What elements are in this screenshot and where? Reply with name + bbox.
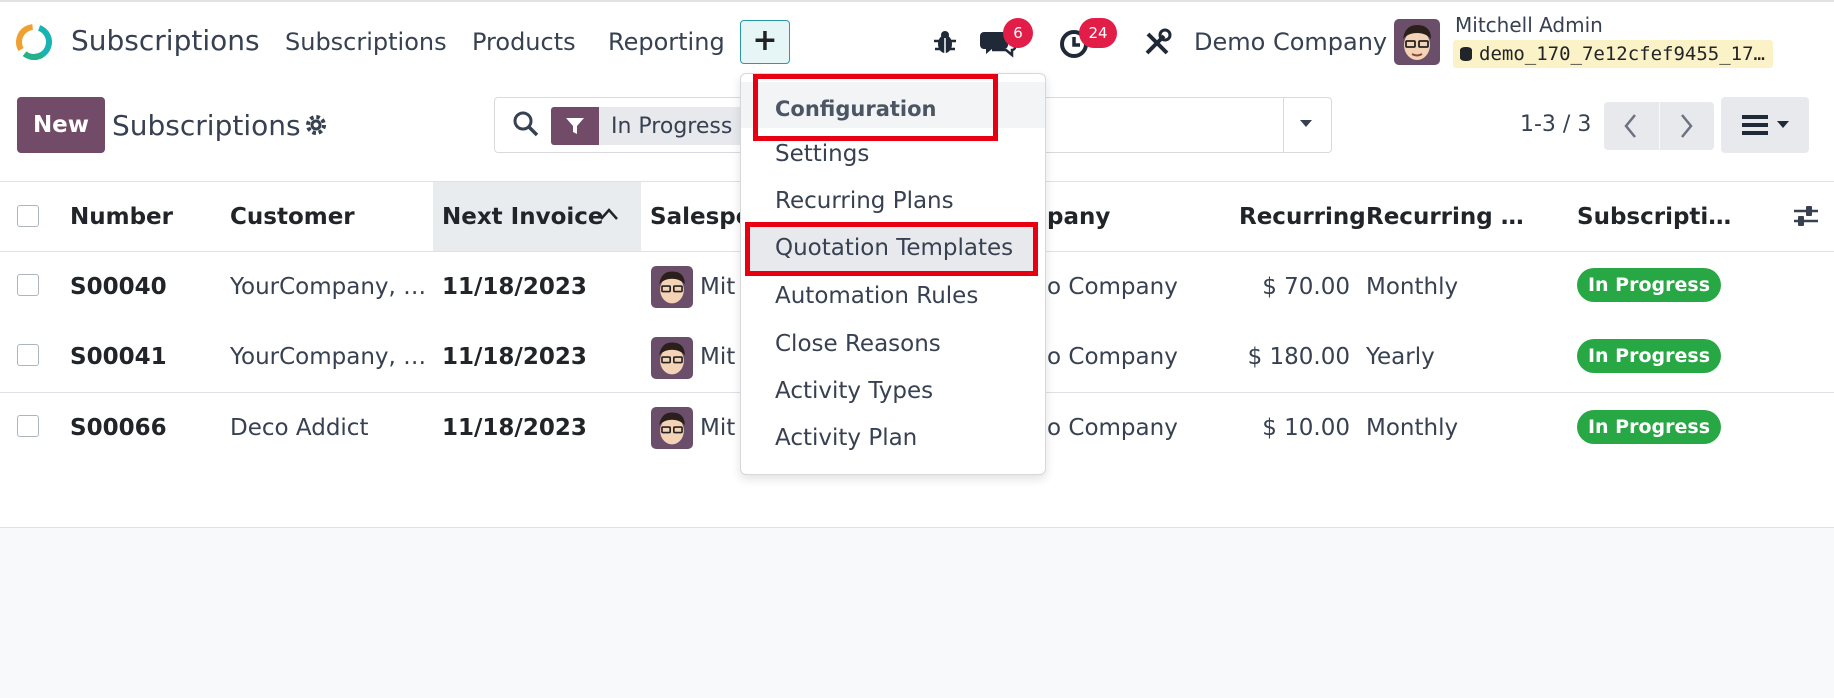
debug-bug-icon[interactable] bbox=[933, 29, 957, 55]
cell-next-invoice: 11/18/2023 bbox=[442, 415, 587, 441]
messages-count-badge: 6 bbox=[1003, 18, 1033, 48]
cell-salesperson: Mit bbox=[700, 415, 736, 441]
page-title: Subscriptions bbox=[112, 109, 301, 142]
gear-icon[interactable] bbox=[305, 114, 327, 136]
pager-separator bbox=[1659, 102, 1660, 150]
cell-salesperson: Mit bbox=[700, 344, 736, 370]
menu-subscriptions[interactable]: Subscriptions bbox=[285, 28, 447, 56]
search-divider bbox=[1283, 97, 1284, 153]
search-options-caret-icon[interactable] bbox=[1298, 118, 1314, 130]
database-label: demo_170_7e12cfef9455_17… bbox=[1479, 43, 1765, 65]
database-icon bbox=[1460, 47, 1472, 61]
select-all-checkbox[interactable] bbox=[17, 205, 39, 227]
cell-recurring-plan: Yearly bbox=[1366, 344, 1435, 370]
column-next-invoice[interactable]: Next Invoice bbox=[442, 182, 604, 252]
search-icon bbox=[513, 111, 539, 137]
menu-item-automation-rules[interactable]: Automation Rules bbox=[775, 283, 978, 309]
configuration-menu-button[interactable]: + bbox=[740, 20, 790, 64]
cell-company: o Company bbox=[1047, 344, 1178, 370]
cell-recurring: $ 70.00 bbox=[1262, 274, 1350, 300]
column-number[interactable]: Number bbox=[70, 182, 173, 252]
cell-customer: Deco Addict bbox=[230, 415, 369, 441]
list-view-icon bbox=[1742, 115, 1789, 135]
filter-facet[interactable]: In Progress bbox=[551, 107, 747, 145]
status-badge: In Progress bbox=[1577, 410, 1721, 444]
status-badge: In Progress bbox=[1577, 339, 1721, 373]
user-avatar[interactable] bbox=[1394, 19, 1440, 65]
column-company[interactable]: pany bbox=[1047, 182, 1110, 252]
cell-next-invoice: 11/18/2023 bbox=[442, 344, 587, 370]
salesperson-avatar[interactable] bbox=[651, 407, 693, 449]
cell-company: o Company bbox=[1047, 274, 1178, 300]
cell-number: S00040 bbox=[70, 274, 167, 300]
settings-tools-icon[interactable] bbox=[1142, 28, 1172, 58]
cell-customer: YourCompany, … bbox=[230, 344, 427, 370]
cell-recurring: $ 10.00 bbox=[1262, 415, 1350, 441]
app-title[interactable]: Subscriptions bbox=[71, 24, 260, 57]
status-badge: In Progress bbox=[1577, 268, 1721, 302]
new-button[interactable]: New bbox=[17, 97, 105, 153]
column-subscription-status[interactable]: Subscripti… bbox=[1577, 182, 1731, 252]
menu-item-activity-types[interactable]: Activity Types bbox=[775, 378, 933, 404]
menu-item-recurring-plans[interactable]: Recurring Plans bbox=[775, 188, 954, 214]
highlight-box-quotation-templates bbox=[745, 222, 1038, 276]
cell-company: o Company bbox=[1047, 415, 1178, 441]
menu-item-activity-plan[interactable]: Activity Plan bbox=[775, 425, 917, 451]
user-name[interactable]: Mitchell Admin bbox=[1455, 13, 1603, 37]
row-checkbox[interactable] bbox=[17, 274, 39, 296]
pager-value[interactable]: 1-3 / 3 bbox=[1520, 112, 1591, 137]
app-logo-icon[interactable] bbox=[14, 22, 54, 62]
menu-reporting[interactable]: Reporting bbox=[608, 28, 725, 56]
cell-recurring-plan: Monthly bbox=[1366, 415, 1459, 441]
optional-columns-icon[interactable] bbox=[1792, 203, 1820, 229]
pager-previous-icon[interactable] bbox=[1620, 110, 1642, 142]
column-recurring-plan[interactable]: Recurring … bbox=[1366, 182, 1524, 252]
cell-recurring-plan: Monthly bbox=[1366, 274, 1459, 300]
sort-ascending-icon bbox=[600, 208, 618, 220]
menu-products[interactable]: Products bbox=[472, 28, 576, 56]
cell-number: S00041 bbox=[70, 344, 167, 370]
menu-item-close-reasons[interactable]: Close Reasons bbox=[775, 331, 941, 357]
pager-next-icon[interactable] bbox=[1675, 110, 1697, 142]
filter-icon bbox=[551, 107, 599, 145]
activities-count-badge: 24 bbox=[1079, 18, 1117, 48]
database-name: demo_170_7e12cfef9455_17… bbox=[1453, 40, 1773, 68]
menu-item-settings[interactable]: Settings bbox=[775, 141, 869, 167]
cell-number: S00066 bbox=[70, 415, 167, 441]
cell-salesperson: Mit bbox=[700, 274, 736, 300]
cell-next-invoice: 11/18/2023 bbox=[442, 274, 587, 300]
facet-label: In Progress bbox=[611, 113, 733, 139]
column-recurring[interactable]: Recurring bbox=[1239, 182, 1366, 252]
cell-recurring: $ 180.00 bbox=[1247, 344, 1350, 370]
highlight-box-configuration bbox=[753, 74, 998, 141]
company-switcher[interactable]: Demo Company bbox=[1194, 28, 1387, 56]
cell-customer: YourCompany, … bbox=[230, 274, 427, 300]
salesperson-avatar[interactable] bbox=[651, 266, 693, 308]
row-checkbox[interactable] bbox=[17, 415, 39, 437]
column-customer[interactable]: Customer bbox=[230, 182, 355, 252]
row-checkbox[interactable] bbox=[17, 344, 39, 366]
salesperson-avatar[interactable] bbox=[651, 337, 693, 379]
column-salesperson[interactable]: Salespe bbox=[650, 182, 751, 252]
